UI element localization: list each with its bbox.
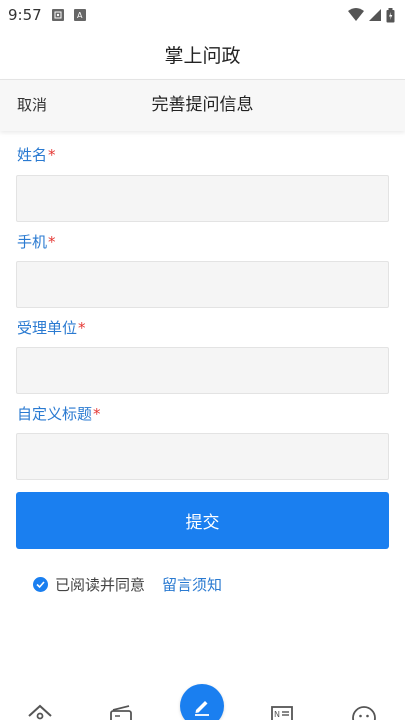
- sub-header: 取消 完善提问信息: [0, 80, 405, 131]
- status-time: 9:57: [8, 6, 42, 24]
- required-mark: *: [93, 405, 101, 423]
- required-mark: *: [48, 146, 56, 164]
- phone-field[interactable]: [16, 261, 389, 308]
- agreement-row: 已阅读并同意 留言须知: [33, 573, 222, 595]
- agreement-text: 已阅读并同意: [55, 575, 146, 594]
- checkbox-checked-icon[interactable]: [33, 576, 48, 592]
- status-bar: 9:57 A: [0, 0, 405, 30]
- name-field-label: 姓名*: [17, 144, 56, 165]
- home-icon: [28, 704, 52, 720]
- battery-icon: [386, 7, 395, 22]
- status-left: 9:57 A: [8, 6, 86, 24]
- tab-ask[interactable]: [180, 684, 224, 720]
- name-label-text: 姓名: [17, 146, 48, 164]
- required-mark: *: [48, 233, 56, 251]
- name-field[interactable]: [16, 175, 389, 222]
- app-notification-icon: A: [73, 9, 86, 21]
- app-header: 掌上问政: [0, 30, 405, 80]
- edit-icon: [195, 701, 209, 716]
- department-label-text: 受理单位: [17, 319, 78, 337]
- svg-text:N: N: [274, 710, 280, 719]
- page-title: 完善提问信息: [151, 95, 254, 115]
- department-field[interactable]: [16, 347, 389, 394]
- phone-field-label: 手机*: [17, 231, 56, 252]
- app-title: 掌上问政: [164, 45, 241, 67]
- wifi-icon: [348, 8, 364, 21]
- phone-label-text: 手机: [17, 233, 48, 251]
- title-label-text: 自定义标题: [17, 405, 93, 423]
- signal-icon: [369, 9, 381, 21]
- status-right: [348, 7, 395, 23]
- tab-radio[interactable]: [106, 702, 136, 720]
- notice-link[interactable]: 留言须知: [162, 574, 222, 595]
- news-icon: N: [271, 706, 293, 720]
- required-mark: *: [78, 319, 86, 337]
- submit-button[interactable]: 提交: [16, 492, 389, 549]
- title-field-label: 自定义标题*: [17, 403, 101, 424]
- custom-title-field[interactable]: [16, 433, 389, 480]
- radio-icon: [110, 705, 132, 720]
- tab-home[interactable]: [25, 702, 55, 720]
- tab-chat[interactable]: [349, 702, 379, 720]
- image-notification-icon: [51, 9, 64, 21]
- tab-news[interactable]: N: [267, 702, 297, 720]
- department-field-label: 受理单位*: [17, 317, 86, 338]
- chat-icon: [352, 706, 376, 720]
